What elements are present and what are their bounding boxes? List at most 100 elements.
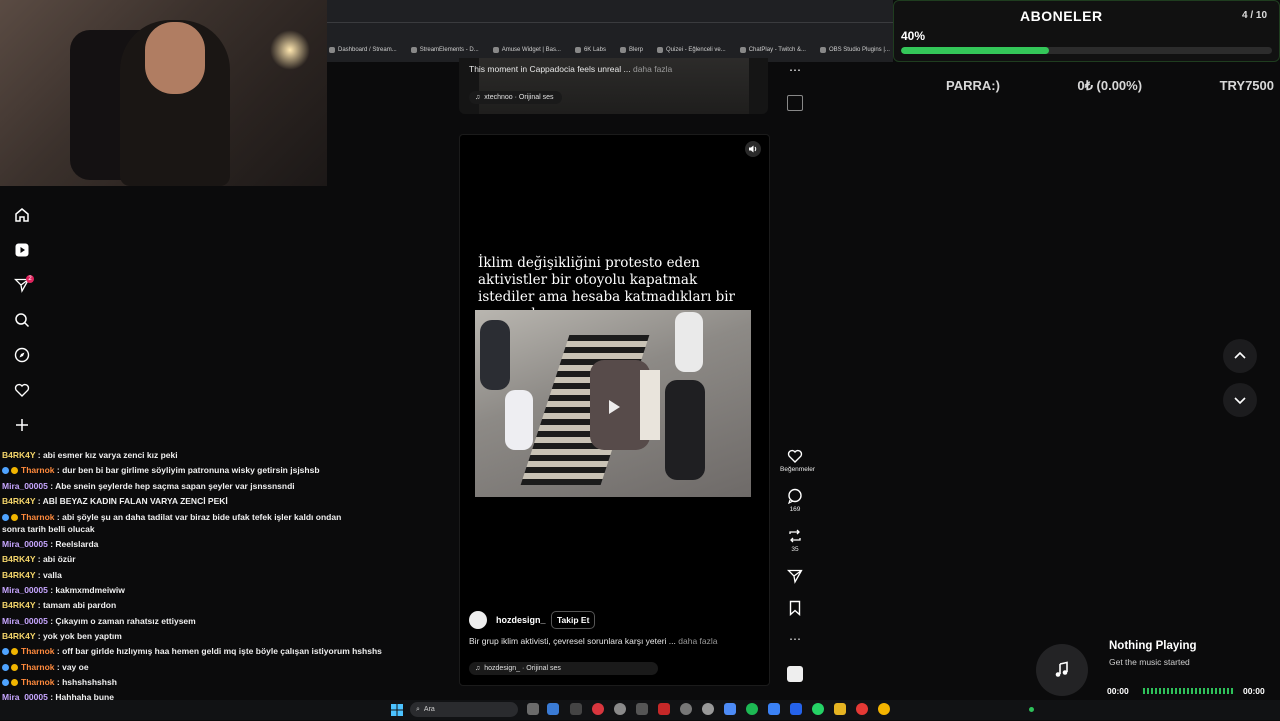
bookmark-item[interactable]: Dashboard / Stream... (329, 47, 397, 53)
chat-username[interactable]: Tharnok (21, 465, 55, 475)
stream-chat: B4RK4Y : abi esmer kız varya zenci kız p… (2, 448, 382, 721)
chat-message: Tharnok : off bar girlde hızlıymış haa h… (2, 644, 382, 659)
chat-text: vay oe (62, 661, 89, 672)
chat-username[interactable]: Tharnok (21, 662, 55, 672)
chat-username[interactable]: B4RK4Y (2, 450, 35, 460)
chat-username[interactable]: B4RK4Y (2, 554, 35, 564)
chat-username[interactable]: Mira_00005 (2, 616, 48, 626)
taskbar-search[interactable]: ⌕ Ara (410, 702, 518, 717)
chat-message: Mira_00005 : Çıkayım o zaman rahatsız et… (2, 615, 196, 626)
start-icon[interactable] (391, 703, 403, 716)
chat-username[interactable]: Tharnok (21, 677, 55, 687)
save-button[interactable] (780, 600, 810, 618)
play-icon[interactable] (605, 398, 623, 416)
chat-text: yok yok ben yaptım (42, 630, 122, 641)
chat-badge-icon (2, 663, 9, 671)
reel-username[interactable]: hozdesign_ (496, 615, 546, 625)
chat-text: dur ben bi bar girlime söyliyim patronun… (62, 465, 320, 476)
app-icon[interactable] (680, 703, 692, 715)
reel-audio-thumb[interactable] (787, 666, 803, 682)
app-icon[interactable] (702, 703, 714, 715)
bookmark-item[interactable]: OBS Studio Plugins |... (819, 47, 890, 53)
chat-message: Tharnok : dur ben bi bar girlime söyliyi… (2, 463, 362, 478)
previous-reel-audio-thumb[interactable] (787, 95, 803, 111)
share-button[interactable] (780, 568, 810, 586)
chevron-down-icon (1234, 397, 1246, 405)
more-options-icon[interactable]: ⋯ (789, 63, 801, 77)
music-time-total: 00:00 (1243, 686, 1265, 696)
favicon-icon (657, 47, 664, 53)
search-icon[interactable] (10, 308, 34, 332)
chat-text: abi esmer kız varya zenci kız peki (42, 450, 178, 460)
avatar[interactable] (469, 611, 487, 629)
bookmark-item[interactable]: Quizei - Eğlenceli ve... (657, 47, 726, 53)
spotify-icon[interactable] (746, 703, 758, 715)
chat-message: B4RK4Y : ABİ BEYAZ KADIN FALAN VARYA ZEN… (2, 495, 228, 506)
create-icon[interactable] (10, 413, 34, 437)
whatsapp-icon[interactable] (812, 703, 824, 715)
follow-button[interactable]: Takip Et (551, 611, 596, 629)
chat-username[interactable]: Tharnok (21, 646, 55, 656)
bookmark-item[interactable]: ChatPlay - Twitch &... (739, 47, 806, 53)
chat-username[interactable]: B4RK4Y (2, 600, 35, 610)
bookmark-item[interactable]: 6K Labs (574, 47, 606, 53)
notification-badge: 2 (26, 275, 34, 283)
chat-username[interactable]: Tharnok (21, 512, 55, 522)
bookmark-item[interactable]: Amuse Widget | Bas... (492, 47, 561, 53)
explore-icon[interactable] (10, 343, 34, 367)
address-bar[interactable] (327, 22, 893, 23)
more-options-icon[interactable]: ⋯ (780, 632, 810, 646)
app-icon[interactable] (790, 703, 802, 715)
music-note-icon: ♫ (475, 665, 481, 672)
chat-text: abi özür (42, 554, 76, 565)
chat-message: B4RK4Y : abi özür (2, 554, 76, 565)
chat-text: kakmxmdmeiwiw (55, 585, 125, 596)
reel-video[interactable] (475, 310, 751, 497)
app-icon[interactable] (768, 703, 780, 715)
chevron-up-icon (1234, 351, 1246, 359)
like-button[interactable]: Beğenmeler (780, 448, 816, 473)
app-icon[interactable] (570, 703, 582, 715)
heart-icon[interactable] (10, 378, 34, 402)
bookmark-item[interactable]: Blerp (620, 47, 643, 53)
repost-icon (789, 529, 801, 543)
chat-badge-icon (2, 467, 9, 475)
chat-username[interactable]: B4RK4Y (2, 631, 35, 641)
favicon-icon (410, 47, 417, 53)
bookmark-item[interactable]: StreamElements - D... (410, 47, 479, 53)
previous-reel-more-link[interactable]: daha fazla (633, 64, 672, 74)
chat-username[interactable]: Mira_00005 (2, 539, 48, 549)
comment-button[interactable]: 169 (780, 488, 810, 513)
app-icon[interactable] (856, 703, 868, 715)
next-reel-button[interactable] (1223, 383, 1257, 417)
repost-count: 35 (791, 546, 799, 553)
app-icon[interactable] (658, 703, 670, 715)
previous-reel-button[interactable] (1223, 339, 1257, 373)
previous-reel-audio[interactable]: ♫ xtechnoo · Orijinal ses (469, 86, 562, 104)
bookmarks-bar: Dashboard / Stream... StreamElements - D.… (327, 42, 895, 58)
chat-username[interactable]: Mira_00005 (2, 481, 48, 491)
app-icon[interactable] (636, 703, 648, 715)
folder-icon[interactable] (834, 703, 846, 715)
app-icon[interactable] (614, 703, 626, 715)
subscriber-goal-title: ABONELER (1020, 8, 1103, 24)
repost-button[interactable]: 35 (780, 528, 810, 553)
home-icon[interactable] (10, 203, 34, 227)
chat-username[interactable]: B4RK4Y (2, 496, 35, 506)
volume-icon[interactable] (745, 141, 761, 157)
reel-audio[interactable]: ♫ hozdesign_ · Orijinal ses (469, 657, 658, 675)
app-icon[interactable] (592, 703, 604, 715)
chat-username[interactable]: Mira_00005 (2, 585, 48, 595)
previous-reel-caption: This moment in Cappadocia feels unreal .… (469, 64, 673, 74)
app-icon[interactable] (547, 703, 559, 715)
chrome-icon[interactable] (878, 703, 890, 715)
webcam-overlay (0, 0, 327, 186)
chat-username[interactable]: B4RK4Y (2, 570, 35, 580)
previous-reel[interactable]: This moment in Cappadocia feels unreal .… (459, 58, 768, 114)
task-view-icon[interactable] (527, 703, 539, 715)
reels-icon[interactable] (10, 238, 34, 262)
subscriber-goal-bar (901, 47, 1272, 54)
like-label: Beğenmeler (780, 466, 816, 473)
app-icon[interactable] (724, 703, 736, 715)
reel-more-link[interactable]: daha fazla (678, 636, 717, 646)
